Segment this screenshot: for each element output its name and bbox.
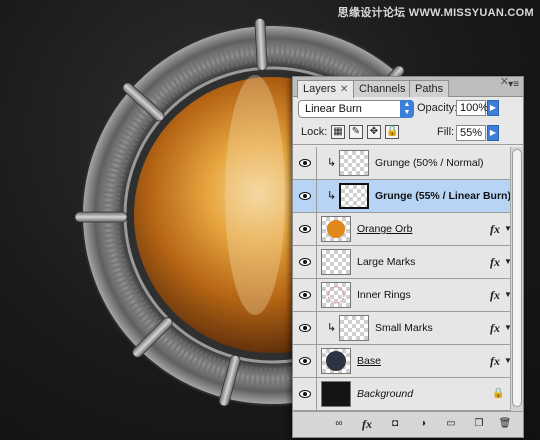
layer-effects-icon[interactable]: fx xyxy=(490,321,500,336)
watermark: 思缘设计论坛 WWW.MISSYUAN.COM xyxy=(337,7,534,19)
layer-effects-icon[interactable]: fx xyxy=(490,288,500,303)
layers-scrollbar[interactable] xyxy=(510,147,523,411)
eye-icon xyxy=(299,225,311,233)
layer-effects-icon[interactable]: fx xyxy=(490,222,500,237)
blend-row: Linear Burn ▲ ▼ Opacity: 100% ▶ xyxy=(293,99,523,121)
layer-thumbnail xyxy=(321,216,351,242)
blend-mode-select[interactable]: Linear Burn ▲ ▼ xyxy=(298,100,414,118)
layer-name: Small Marks xyxy=(375,322,433,334)
visibility-toggle[interactable] xyxy=(293,246,317,279)
select-arrows-icon: ▲ ▼ xyxy=(400,100,414,118)
adjustment-layer-icon[interactable]: ◑ xyxy=(415,417,431,431)
opacity-input[interactable]: 100% xyxy=(456,100,488,116)
tab-channels-label: Channels xyxy=(359,83,406,95)
new-layer-icon[interactable]: ❐ xyxy=(471,417,487,431)
layer-thumbnail xyxy=(321,348,351,374)
add-style-icon[interactable]: fx xyxy=(359,417,375,431)
lock-all-icon[interactable]: 🔒 xyxy=(385,125,399,139)
layer-name: Orange Orb xyxy=(357,223,413,235)
layer-row[interactable]: Large Marks fx ▼ xyxy=(293,246,511,279)
tab-channels[interactable]: Channels xyxy=(353,80,412,97)
visibility-toggle[interactable] xyxy=(293,279,317,312)
layer-thumbnail xyxy=(321,282,351,308)
eye-icon xyxy=(299,390,311,398)
layer-row[interactable]: Inner Rings fx ▼ xyxy=(293,279,511,312)
fill-label: Fill: xyxy=(437,126,455,138)
opacity-slider-icon[interactable]: ▶ xyxy=(487,100,499,116)
visibility-toggle[interactable] xyxy=(293,180,317,213)
visibility-toggle[interactable] xyxy=(293,312,317,345)
tab-layers-label: Layers xyxy=(303,83,337,95)
fill-input[interactable]: 55% xyxy=(456,125,486,141)
delete-layer-icon[interactable]: 🗑 xyxy=(497,417,513,431)
eye-icon xyxy=(299,324,311,332)
tab-paths[interactable]: Paths xyxy=(409,80,450,97)
orb-highlight xyxy=(225,75,285,315)
lock-icon: 🔒 xyxy=(492,388,505,399)
layer-row[interactable]: ↳ Grunge (55% / Linear Burn) xyxy=(293,180,511,213)
layer-name: Base xyxy=(357,355,381,367)
new-group-icon[interactable]: ▭ xyxy=(443,417,459,431)
tab-paths-label: Paths xyxy=(415,83,444,95)
layer-effects-icon[interactable]: fx xyxy=(490,354,500,369)
panel-menu-icon[interactable]: ▾≡ xyxy=(508,79,519,90)
layer-thumbnail xyxy=(321,249,351,275)
close-icon[interactable]: ✕ xyxy=(340,84,348,95)
layer-row[interactable]: ↳ Small Marks fx ▼ xyxy=(293,312,511,345)
lock-position-icon[interactable]: ✥ xyxy=(367,125,381,139)
layer-thumbnail xyxy=(321,381,351,407)
eye-icon xyxy=(299,258,311,266)
tab-layers[interactable]: Layers ✕ xyxy=(297,80,355,98)
eye-icon xyxy=(299,291,311,299)
eye-icon xyxy=(299,159,311,167)
panel-bottom-bar: ∞ fx ◘ ◑ ▭ ❐ 🗑 xyxy=(293,411,523,437)
add-mask-icon[interactable]: ◘ xyxy=(387,417,403,431)
lock-image-icon[interactable]: ✎ xyxy=(349,125,363,139)
visibility-toggle[interactable] xyxy=(293,345,317,378)
clipping-arrow-icon: ↳ xyxy=(327,190,337,202)
visibility-toggle[interactable] xyxy=(293,378,317,411)
lock-label: Lock: xyxy=(301,126,328,138)
scrollbar-thumb[interactable] xyxy=(512,149,522,407)
layer-name: Grunge (50% / Normal) xyxy=(375,157,484,169)
link-layers-icon[interactable]: ∞ xyxy=(331,417,347,431)
layer-row[interactable]: Orange Orb fx ▼ xyxy=(293,213,511,246)
layer-thumbnail xyxy=(339,183,369,209)
layer-row[interactable]: ↳ Grunge (50% / Normal) xyxy=(293,147,511,180)
layer-thumbnail xyxy=(339,315,369,341)
eye-icon xyxy=(299,357,311,365)
eye-icon xyxy=(299,192,311,200)
layer-name: Inner Rings xyxy=(357,289,411,301)
visibility-toggle[interactable] xyxy=(293,147,317,180)
layer-row[interactable]: Background 🔒 xyxy=(293,378,511,411)
clipping-arrow-icon: ↳ xyxy=(327,157,337,169)
layers-panel: Layers ✕ Channels Paths ✕ ▾≡ Linear Burn … xyxy=(292,76,524,438)
visibility-toggle[interactable] xyxy=(293,213,317,246)
layer-row[interactable]: Base fx ▼ xyxy=(293,345,511,378)
layer-name: Large Marks xyxy=(357,256,416,268)
layer-list: ↳ Grunge (50% / Normal) ↳ Grunge (55% / Lin… xyxy=(293,147,511,411)
layer-thumbnail xyxy=(339,150,369,176)
opacity-label: Opacity: xyxy=(417,102,458,114)
fill-slider-icon[interactable]: ▶ xyxy=(487,125,499,141)
clipping-arrow-icon: ↳ xyxy=(327,322,337,334)
blend-mode-value: Linear Burn xyxy=(305,103,362,115)
layer-effects-icon[interactable]: fx xyxy=(490,255,500,270)
lock-transparency-icon[interactable]: ▦ xyxy=(331,125,345,139)
panel-tabbar: Layers ✕ Channels Paths ✕ ▾≡ xyxy=(293,76,523,98)
layer-name: Background xyxy=(357,388,414,400)
lock-row: Lock: ▦ ✎ ✥ 🔒 Fill: 55% ▶ xyxy=(293,123,523,145)
layer-name: Grunge (55% / Linear Burn) xyxy=(375,190,511,202)
